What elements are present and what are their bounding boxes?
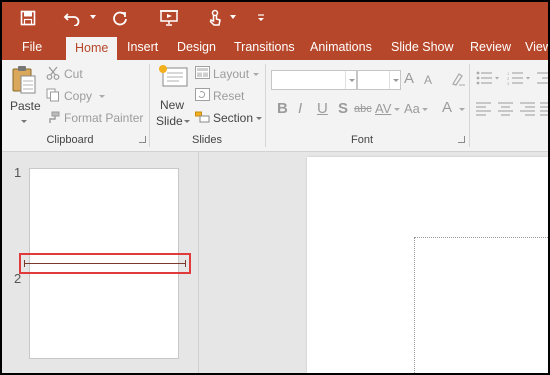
section-button[interactable]: Section [213,111,253,125]
font-size-combo[interactable] [357,70,401,90]
shadow-button[interactable]: S [338,100,348,117]
format-painter-button[interactable]: Format Painter [64,111,143,125]
bullets-icon[interactable] [476,71,500,90]
slide-editing-canvas[interactable] [307,157,548,373]
slides-group-label: Slides [192,134,222,146]
section-dropdown-icon[interactable] [256,117,262,120]
reset-icon[interactable] [195,88,210,106]
align-left-icon[interactable] [476,102,492,121]
tab-insert[interactable]: Insert [127,35,158,60]
ribbon-home: Paste Cut Copy Format Painter Clipboard … [2,60,548,152]
cut-icon[interactable] [46,66,60,85]
strikethrough-button[interactable]: abc [354,103,372,115]
font-name-combo[interactable] [271,70,357,90]
font-group-label: Font [350,134,373,146]
tab-transitions[interactable]: Transitions [234,35,295,60]
font-color-button[interactable]: A [442,99,452,116]
powerpoint-window: File Home Insert Design Transitions Anim… [0,0,550,375]
tab-review[interactable]: Review [470,35,511,60]
character-spacing-dropdown-icon[interactable] [394,108,400,111]
new-slide-dropdown-icon[interactable] [184,120,190,123]
content-placeholder[interactable] [414,237,548,373]
group-separator [149,64,150,147]
tab-view[interactable]: View [525,35,548,60]
paste-icon[interactable] [10,64,38,101]
align-right-icon[interactable] [520,102,536,121]
change-case-button[interactable]: Aa [404,101,420,116]
save-icon[interactable] [16,6,40,30]
italic-button[interactable]: I [298,100,302,117]
numbering-icon[interactable]: 123 [507,71,533,90]
layout-button[interactable]: Layout [213,67,249,81]
slide-insertion-line [24,260,186,267]
tab-file[interactable]: File [22,35,42,60]
group-separator [265,64,266,147]
undo-dropdown-icon[interactable] [90,15,96,19]
paste-button[interactable]: Paste [10,99,41,113]
format-painter-icon[interactable] [46,111,60,130]
font-size-dropdown-icon[interactable] [389,71,400,89]
character-spacing-button[interactable]: AV [375,101,391,116]
justify-icon[interactable] [540,102,548,121]
underline-button[interactable]: U [317,100,328,117]
clipboard-group-label: Clipboard [46,134,94,146]
font-color-dropdown-icon[interactable] [459,108,465,111]
ribbon-tabs: File Home Insert Design Transitions Anim… [2,35,548,60]
new-slide-icon[interactable] [157,65,189,100]
copy-icon[interactable] [46,88,60,107]
layout-dropdown-icon[interactable] [253,73,259,76]
tab-animations[interactable]: Animations [310,35,372,60]
new-slide-button[interactable]: Slide [156,114,183,128]
shrink-font-button[interactable]: A [424,73,432,87]
clear-formatting-icon[interactable] [450,71,466,92]
slide-number-1: 1 [14,165,22,180]
clipboard-launcher-icon[interactable] [139,136,146,143]
undo-icon[interactable] [60,6,84,30]
tab-home[interactable]: Home [66,37,118,60]
font-name-dropdown-icon[interactable] [345,71,356,89]
tab-slide-show[interactable]: Slide Show [391,35,454,60]
touch-mode-icon[interactable] [204,6,226,30]
tab-design[interactable]: Design [177,35,216,60]
paste-dropdown-icon[interactable] [21,120,27,123]
grow-font-button[interactable]: A [404,70,414,87]
svg-text:3: 3 [507,81,510,85]
align-center-icon[interactable] [498,102,514,121]
section-icon[interactable] [195,110,210,128]
reset-button[interactable]: Reset [213,89,244,103]
group-separator [469,64,470,147]
slide-insertion-point-highlight [19,253,191,274]
new-slide-label-1[interactable]: New [160,98,184,112]
touch-mode-dropdown-icon[interactable] [230,15,236,19]
font-launcher-icon[interactable] [458,136,465,143]
slide-thumbnail-pane: 1 2 [2,152,199,373]
customize-qat-icon[interactable] [254,6,268,30]
bold-button[interactable]: B [277,100,288,117]
quick-access-toolbar [2,2,548,35]
repeat-icon[interactable] [108,6,132,30]
copy-dropdown-icon[interactable] [99,95,105,98]
copy-button[interactable]: Copy [64,89,92,103]
layout-icon[interactable] [195,66,210,84]
change-case-dropdown-icon[interactable] [422,108,428,111]
start-from-beginning-icon[interactable] [156,6,182,30]
cut-button[interactable]: Cut [64,67,83,81]
decrease-indent-icon[interactable] [537,71,548,90]
